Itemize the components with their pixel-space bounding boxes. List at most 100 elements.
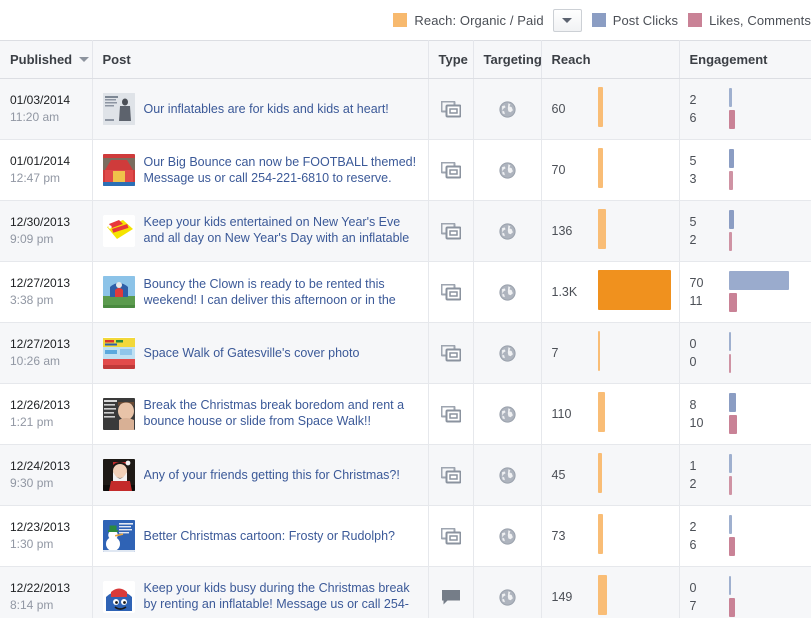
special-offer-tag-thumbnail[interactable] [102, 215, 135, 247]
cell-engagement: 26 [679, 78, 811, 140]
column-header-targeting[interactable]: Targeting [473, 40, 542, 79]
column-header-published[interactable]: Published [0, 40, 93, 79]
table-row[interactable]: 12/27/2013 3:38 pm Bouncy the Clown is rea… [0, 261, 811, 323]
legend-metric-dropdown-button[interactable] [552, 8, 582, 32]
engagement-group: 07 [680, 567, 811, 618]
cell-engagement: 12 [679, 444, 811, 506]
photos-icon[interactable] [429, 405, 473, 423]
reach-group: 110 [542, 384, 679, 444]
likes-comments-bar [728, 171, 733, 190]
reach-group: 149 [542, 567, 679, 618]
likes-comments-value: 10 [689, 416, 704, 430]
table-row[interactable]: 12/22/2013 8:14 pm Keep your kids busy dur… [0, 566, 811, 618]
frosty-snowman-thumbnail[interactable] [102, 520, 135, 552]
post-preview: Space Walk of Gatesville's cover photo [93, 337, 428, 369]
bouncy-clown-inflatable-thumbnail[interactable] [102, 276, 135, 308]
table-row[interactable]: 01/03/2014 11:20 am Our inflatables are fo… [0, 78, 811, 140]
photos-icon[interactable] [429, 344, 473, 362]
engagement-values: 53 [680, 152, 729, 188]
photos-icon[interactable] [429, 100, 473, 118]
cell-published: 12/27/2013 10:26 am [0, 322, 93, 384]
globe-icon[interactable] [474, 466, 541, 484]
reach-bar-track [597, 270, 674, 314]
table-row[interactable]: 01/01/2014 12:47 pm Our Big Bounce can now… [0, 139, 811, 201]
bored-child-thumbnail[interactable] [102, 398, 135, 430]
published-time: 1:21 pm [10, 415, 54, 429]
cell-type [428, 566, 474, 618]
table-row[interactable]: 12/26/2013 1:21 pm Break the Christmas bre… [0, 383, 811, 445]
column-header-post[interactable]: Post [92, 40, 429, 79]
globe-icon[interactable] [474, 100, 541, 118]
post-clicks-bar [728, 515, 732, 534]
globe-icon[interactable] [474, 344, 541, 362]
column-header-type[interactable]: Type [428, 40, 474, 79]
post-message-link[interactable]: Better Christmas cartoon: Frosty or Rudo… [144, 528, 396, 544]
likes-comments-bar [728, 415, 737, 434]
table-row[interactable]: 12/30/2013 9:09 pm Keep your kids entertai… [0, 200, 811, 262]
post-message-link[interactable]: Space Walk of Gatesville's cover photo [144, 345, 360, 361]
hang-banner-cover-thumbnail[interactable] [102, 337, 135, 369]
globe-icon[interactable] [474, 588, 541, 606]
blue-red-bounce-house-thumbnail[interactable] [102, 581, 135, 613]
published-stack: 12/27/2013 10:26 am [0, 336, 92, 370]
published-date: 12/26/2013 [10, 398, 71, 412]
photos-icon[interactable] [429, 161, 473, 179]
post-message-link[interactable]: Break the Christmas break boredom and re… [144, 397, 420, 431]
post-clicks-bar [728, 576, 731, 595]
cell-targeting [473, 139, 542, 201]
engagement-bar-track [728, 515, 795, 557]
photos-icon[interactable] [429, 527, 473, 545]
likes-comments-bar [728, 537, 735, 556]
column-header-engagement[interactable]: Engagement [679, 40, 811, 79]
bounce-house-football-thumbnail[interactable] [102, 154, 135, 186]
published-time: 1:30 pm [10, 537, 54, 551]
reach-group: 136 [542, 201, 679, 261]
published-stack: 01/03/2014 11:20 am [0, 92, 92, 126]
legend-label-reach: Reach: Organic / Paid [414, 12, 544, 28]
post-message-link[interactable]: Keep your kids busy during the Christmas… [144, 580, 420, 614]
post-message-link[interactable]: Our Big Bounce can now be FOOTBALL theme… [144, 154, 420, 186]
cell-engagement: 26 [679, 505, 811, 567]
cell-type [428, 322, 474, 384]
engagement-values: 70 11 [680, 274, 729, 310]
legend-item-reach[interactable]: Reach: Organic / Paid [393, 8, 582, 32]
cell-engagement: 70 11 [679, 261, 811, 323]
globe-icon[interactable] [474, 283, 541, 301]
reach-value: 45 [551, 468, 566, 482]
santa-claus-thumbnail[interactable] [102, 459, 135, 491]
legend-item-likes-comments[interactable]: Likes, Comments [688, 13, 811, 28]
reach-bar [597, 209, 606, 249]
status-icon[interactable] [429, 589, 473, 606]
likes-comments-bar [728, 110, 735, 129]
column-header-reach[interactable]: Reach [541, 40, 680, 79]
post-message-link[interactable]: Any of your friends getting this for Chr… [144, 467, 400, 483]
post-message-link[interactable]: Keep your kids entertained on New Year's… [144, 214, 420, 248]
globe-icon[interactable] [474, 405, 541, 423]
cell-post: Better Christmas cartoon: Frosty or Rudo… [92, 505, 429, 567]
engagement-group: 70 11 [680, 262, 811, 322]
cell-post: Keep your kids busy during the Christmas… [92, 566, 429, 618]
posts-table: Published Post Type Targeting Reach Enga… [0, 40, 811, 618]
table-row[interactable]: 12/23/2013 1:30 pm Better Christmas cartoo… [0, 505, 811, 567]
posts-table-body: 01/03/2014 11:20 am Our inflatables are fo… [0, 78, 811, 618]
cell-type [428, 505, 474, 567]
table-row[interactable]: 12/24/2013 9:30 pm Any of your friends get… [0, 444, 811, 506]
photos-icon[interactable] [429, 466, 473, 484]
published-date: 12/27/2013 [10, 276, 71, 290]
legend-swatch-post-clicks [591, 13, 606, 27]
globe-icon[interactable] [474, 527, 541, 545]
globe-icon[interactable] [474, 161, 541, 179]
reach-group: 7 [542, 323, 679, 383]
legend-item-post-clicks[interactable]: Post Clicks [591, 13, 678, 28]
globe-icon[interactable] [474, 222, 541, 240]
post-message-link[interactable]: Bouncy the Clown is ready to be rented t… [144, 276, 420, 308]
published-stack: 01/01/2014 12:47 pm [0, 153, 92, 187]
table-row[interactable]: 12/27/2013 10:26 am Space Walk of Gatesvil… [0, 322, 811, 384]
cell-targeting [473, 383, 542, 445]
published-time: 10:26 am [10, 354, 61, 368]
photos-icon[interactable] [429, 283, 473, 301]
post-message-link[interactable]: Our inflatables are for kids and kids at… [144, 101, 389, 117]
photos-icon[interactable] [429, 222, 473, 240]
cell-published: 12/27/2013 3:38 pm [0, 261, 93, 323]
poster-man-thumbnail[interactable] [102, 93, 135, 125]
